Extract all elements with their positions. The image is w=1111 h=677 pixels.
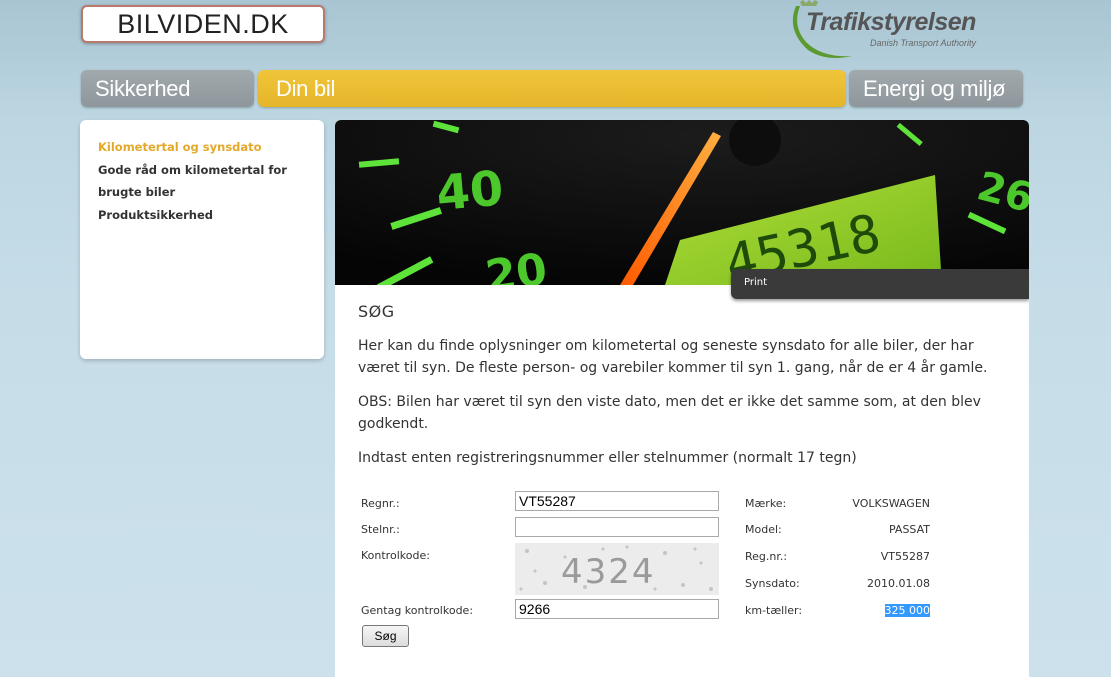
- print-label: Print: [744, 277, 768, 288]
- synsdato-value: 2010.01.08: [867, 577, 930, 590]
- sidebar: Kilometertal og synsdato Gode råd om kil…: [80, 120, 324, 359]
- regnr-label: Regnr.:: [361, 497, 400, 510]
- sidebar-item-gode-raad[interactable]: Gode råd om kilometertal for brugte bile…: [98, 159, 312, 204]
- stelnr-label: Stelnr.:: [361, 523, 400, 536]
- site-logo[interactable]: BILVIDEN.DK: [81, 5, 325, 43]
- search-button[interactable]: Søg: [362, 625, 409, 647]
- regnr-input[interactable]: [515, 491, 719, 511]
- captcha-text: 4324: [561, 552, 656, 592]
- svg-text:40: 40: [434, 160, 505, 222]
- regnr-result-value: VT55287: [880, 550, 930, 563]
- tab-din-bil[interactable]: Din bil: [258, 70, 846, 107]
- kontrolkode-label: Kontrolkode:: [361, 549, 430, 562]
- site-logo-text: BILVIDEN.DK: [117, 8, 289, 39]
- sidebar-item-kilometertal[interactable]: Kilometertal og synsdato: [98, 136, 312, 159]
- captcha-image: 4324: [515, 543, 719, 595]
- tab-label: Din bil: [276, 75, 336, 101]
- tab-sikkerhed[interactable]: Sikkerhed: [81, 70, 254, 107]
- maerke-value: VOLKSWAGEN: [852, 497, 930, 510]
- content-area: SØG Her kan du finde oplysninger om kilo…: [358, 302, 1008, 481]
- authority-subtitle: Danish Transport Authority: [870, 38, 977, 48]
- instruction-text: Indtast enten registreringsnummer eller …: [358, 450, 857, 466]
- gentag-kontrolkode-input[interactable]: [515, 599, 719, 619]
- km-taeller-value: 325 000: [884, 604, 930, 617]
- stelnr-input[interactable]: [515, 517, 719, 537]
- tab-label: Sikkerhed: [95, 75, 191, 101]
- regnr-result-label: Reg.nr.:: [745, 550, 788, 563]
- tab-label: Energi og miljø: [863, 75, 1006, 101]
- maerke-label: Mærke:: [745, 497, 787, 510]
- print-button[interactable]: Print: [731, 269, 1029, 299]
- model-value: PASSAT: [888, 523, 930, 536]
- svg-text:20: 20: [482, 244, 550, 285]
- sidebar-item-produktsikkerhed[interactable]: Produktsikkerhed: [98, 204, 312, 227]
- synsdato-label: Synsdato:: [745, 577, 800, 590]
- page-title: SØG: [358, 302, 395, 321]
- tab-energi-og-miljoe[interactable]: Energi og miljø: [849, 70, 1023, 107]
- model-label: Model:: [745, 523, 782, 536]
- main-panel: 40 20 26 45318 Print SØG Her kan du find…: [335, 120, 1029, 677]
- km-taeller-label: km-tæller:: [745, 604, 803, 617]
- authority-name: Trafikstyrelsen: [806, 8, 976, 36]
- gentag-kontrolkode-label: Gentag kontrolkode:: [361, 604, 474, 617]
- intro-text: Her kan du finde oplysninger om kilomete…: [358, 338, 988, 376]
- speedometer-banner-image: 40 20 26 45318: [335, 120, 1029, 285]
- obs-text: OBS: Bilen har været til syn den viste d…: [358, 394, 981, 432]
